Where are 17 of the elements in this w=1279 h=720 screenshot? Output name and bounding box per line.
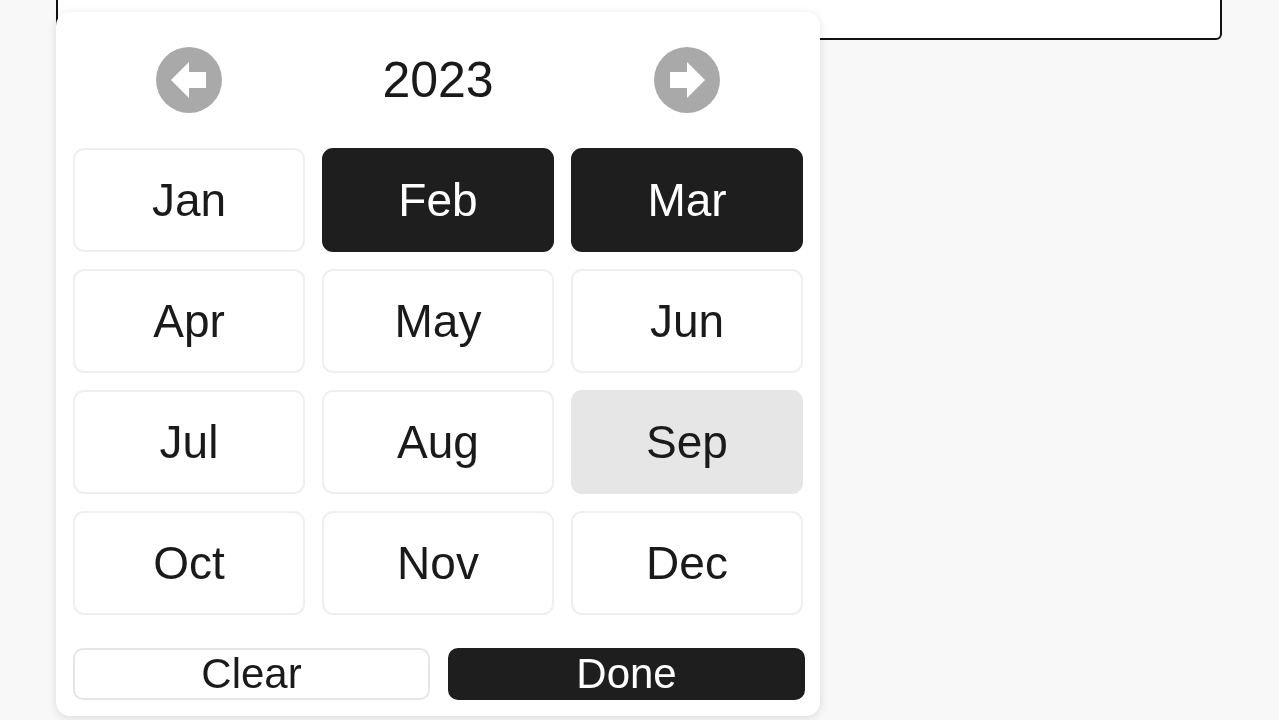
next-year-button[interactable]: [654, 47, 720, 113]
month-option[interactable]: Jul: [73, 390, 305, 494]
month-option[interactable]: Apr: [73, 269, 305, 373]
month-option[interactable]: Jun: [571, 269, 803, 373]
month-option[interactable]: Oct: [73, 511, 305, 615]
done-button[interactable]: Done: [448, 648, 805, 700]
month-option[interactable]: Nov: [322, 511, 554, 615]
previous-year-button[interactable]: [156, 47, 222, 113]
month-option[interactable]: Feb: [322, 148, 554, 252]
month-option[interactable]: Mar: [571, 148, 803, 252]
month-option[interactable]: May: [322, 269, 554, 373]
month-option[interactable]: Jan: [73, 148, 305, 252]
clear-button[interactable]: Clear: [73, 648, 430, 700]
month-option[interactable]: Aug: [322, 390, 554, 494]
month-option[interactable]: Sep: [571, 390, 803, 494]
year-label: 2023: [382, 51, 494, 110]
month-option[interactable]: Dec: [571, 511, 803, 615]
